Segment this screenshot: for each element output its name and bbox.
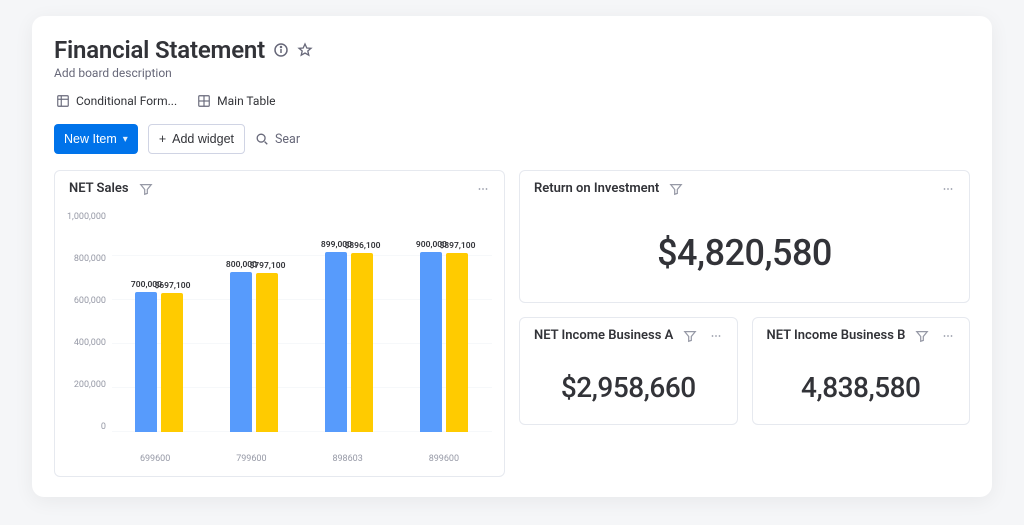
- more-icon[interactable]: [709, 329, 723, 343]
- view-label: Main Table: [217, 94, 275, 108]
- view-main-table[interactable]: Main Table: [195, 90, 277, 112]
- board-subtitle[interactable]: Add board description: [54, 66, 970, 80]
- bar-group: 800,000$797,100: [230, 260, 278, 432]
- y-axis: 1,000,000 800,000 600,000 400,000 200,000 0: [67, 212, 112, 432]
- bar-value-label: $896,100: [344, 241, 380, 251]
- conditional-format-icon: [56, 94, 70, 108]
- y-tick: 600,000: [74, 296, 106, 306]
- widget-income-a: NET Income Business A $2,958,660: [519, 317, 738, 425]
- y-tick: 200,000: [74, 380, 106, 390]
- info-icon[interactable]: [273, 42, 289, 58]
- y-tick: 1,000,000: [67, 212, 106, 222]
- bar[interactable]: $896,100: [351, 241, 373, 432]
- widget-net-sales: NET Sales 1,000,000 800,000 600,000 400,000…: [54, 170, 505, 477]
- bar-value-label: $797,100: [249, 261, 285, 271]
- plus-icon: +: [159, 132, 166, 146]
- widgets-grid: NET Sales 1,000,000 800,000 600,000 400,000…: [54, 170, 970, 477]
- bar-value-label: $697,100: [154, 281, 190, 291]
- board-card: Financial Statement Add board descriptio…: [32, 16, 992, 497]
- x-tick: 898603: [332, 454, 362, 464]
- more-icon[interactable]: [476, 182, 490, 196]
- roi-value: $4,820,580: [520, 206, 969, 302]
- filter-icon[interactable]: [139, 182, 153, 196]
- x-axis: 699600 799600 898603 899600: [67, 454, 492, 464]
- income-a-value: $2,958,660: [520, 353, 737, 424]
- more-icon[interactable]: [941, 329, 955, 343]
- widget-title: NET Sales: [69, 181, 129, 196]
- new-item-button[interactable]: New Item ▾: [54, 124, 138, 154]
- widget-income-b: NET Income Business B 4,838,580: [752, 317, 971, 425]
- view-label: Conditional Form...: [76, 94, 177, 108]
- bar-group: 700,000$697,100: [135, 280, 183, 432]
- y-tick: 800,000: [74, 254, 106, 264]
- star-icon[interactable]: [297, 42, 313, 58]
- widget-title: Return on Investment: [534, 181, 659, 196]
- x-tick: 799600: [236, 454, 266, 464]
- bar[interactable]: $897,100: [446, 241, 468, 432]
- toolbar: New Item ▾ + Add widget Sear: [54, 124, 970, 154]
- add-widget-button[interactable]: + Add widget: [148, 124, 245, 154]
- x-tick: 899600: [429, 454, 459, 464]
- bar[interactable]: 700,000: [135, 280, 157, 432]
- y-tick: 0: [101, 422, 106, 432]
- bar-group: 899,000$896,100: [325, 240, 373, 432]
- widget-title: NET Income Business B: [767, 328, 906, 343]
- bar[interactable]: 800,000: [230, 260, 252, 432]
- income-b-value: 4,838,580: [753, 353, 970, 424]
- net-sales-chart: 1,000,000 800,000 600,000 400,000 200,000 0 7…: [55, 206, 504, 476]
- table-icon: [197, 94, 211, 108]
- widget-roi: Return on Investment $4,820,580: [519, 170, 970, 303]
- board-header: Financial Statement: [54, 36, 970, 64]
- search-icon: [255, 132, 269, 146]
- chevron-down-icon: ▾: [123, 134, 128, 145]
- filter-icon[interactable]: [683, 329, 697, 343]
- bar[interactable]: $697,100: [161, 281, 183, 432]
- bar[interactable]: 900,000: [420, 240, 442, 432]
- right-column: Return on Investment $4,820,580 NE: [519, 170, 970, 425]
- widget-header: Return on Investment: [520, 171, 969, 206]
- add-widget-label: Add widget: [172, 132, 234, 146]
- new-item-label: New Item: [64, 132, 117, 146]
- x-tick: 699600: [140, 454, 170, 464]
- y-tick: 400,000: [74, 338, 106, 348]
- filter-icon[interactable]: [915, 329, 929, 343]
- views-row: Conditional Form... Main Table: [54, 90, 970, 112]
- filter-icon[interactable]: [669, 182, 683, 196]
- bar[interactable]: 899,000: [325, 240, 347, 432]
- more-icon[interactable]: [941, 182, 955, 196]
- widget-header: NET Income Business A: [520, 318, 737, 353]
- board-title: Financial Statement: [54, 36, 265, 64]
- widget-title: NET Income Business A: [534, 328, 673, 343]
- widget-header: NET Sales: [55, 171, 504, 206]
- bar[interactable]: $797,100: [256, 261, 278, 432]
- bar-value-label: $897,100: [439, 241, 475, 251]
- bar-group: 900,000$897,100: [420, 240, 468, 432]
- view-conditional-formatting[interactable]: Conditional Form...: [54, 90, 179, 112]
- income-widgets-row: NET Income Business A $2,958,660: [519, 317, 970, 425]
- search-button[interactable]: Sear: [255, 132, 300, 147]
- widget-header: NET Income Business B: [753, 318, 970, 353]
- search-label: Sear: [275, 132, 300, 147]
